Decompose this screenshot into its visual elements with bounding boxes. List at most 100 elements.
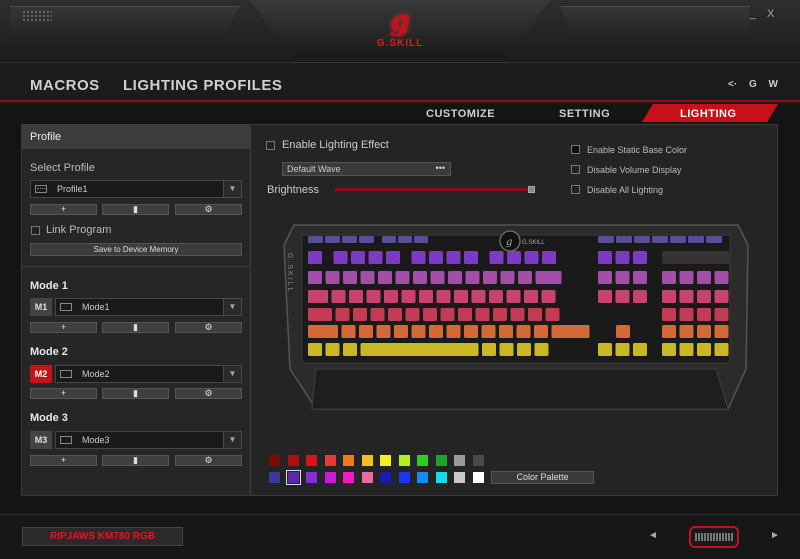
key[interactable] xyxy=(401,290,416,303)
key[interactable] xyxy=(482,343,496,356)
key[interactable] xyxy=(342,236,357,243)
nav-lighting-profiles[interactable]: LIGHTING PROFILES xyxy=(123,77,282,94)
key[interactable] xyxy=(378,271,392,284)
key[interactable] xyxy=(545,308,560,321)
profile-settings-button[interactable]: ⚙ xyxy=(175,204,242,215)
key[interactable] xyxy=(386,251,400,264)
minimize-button[interactable]: _ xyxy=(750,8,756,20)
key[interactable] xyxy=(598,290,612,303)
color-swatch[interactable] xyxy=(324,455,336,466)
tab-setting[interactable]: SETTING xyxy=(559,108,610,120)
mode1-select[interactable]: Mode1 ▼ xyxy=(55,298,242,316)
key[interactable] xyxy=(325,343,340,356)
key[interactable] xyxy=(633,343,647,356)
color-swatch[interactable] xyxy=(417,472,428,483)
key[interactable] xyxy=(471,290,486,303)
key[interactable] xyxy=(662,325,676,338)
color-swatch[interactable] xyxy=(454,455,465,466)
key[interactable] xyxy=(464,325,478,338)
key[interactable] xyxy=(633,251,647,264)
mode2-lock-button[interactable]: ▮ xyxy=(102,388,169,399)
key[interactable] xyxy=(333,251,348,264)
key[interactable] xyxy=(475,308,490,321)
mode3-select[interactable]: Mode3 ▼ xyxy=(55,431,242,449)
key[interactable] xyxy=(395,271,410,284)
key[interactable] xyxy=(662,251,730,264)
key[interactable] xyxy=(411,325,426,338)
key[interactable] xyxy=(615,343,630,356)
key[interactable] xyxy=(516,325,531,338)
mode1-settings-button[interactable]: ⚙ xyxy=(175,322,242,333)
mode2-add-button[interactable]: + xyxy=(30,388,97,399)
key[interactable] xyxy=(697,271,711,284)
key[interactable] xyxy=(535,271,562,284)
next-device-button[interactable]: ► xyxy=(770,530,780,541)
key[interactable] xyxy=(413,271,427,284)
profile-select[interactable]: Profile1 ▼ xyxy=(30,180,242,198)
key[interactable] xyxy=(308,271,322,284)
key[interactable] xyxy=(517,343,531,356)
key[interactable] xyxy=(714,343,729,356)
key[interactable] xyxy=(506,290,521,303)
key[interactable] xyxy=(534,325,548,338)
key[interactable] xyxy=(325,236,340,243)
nav-macros[interactable]: MACROS xyxy=(30,77,100,94)
mode3-badge[interactable]: M3 xyxy=(30,431,52,449)
key[interactable] xyxy=(398,236,412,243)
mode1-lock-button[interactable]: ▮ xyxy=(102,322,169,333)
key[interactable] xyxy=(341,325,356,338)
key[interactable] xyxy=(414,236,428,243)
save-to-device-button[interactable]: Save to Device Memory xyxy=(30,243,242,256)
key[interactable] xyxy=(430,271,445,284)
key[interactable] xyxy=(679,308,694,321)
key[interactable] xyxy=(359,236,374,243)
key[interactable] xyxy=(405,308,420,321)
key[interactable] xyxy=(394,325,408,338)
close-button[interactable]: X xyxy=(767,8,774,20)
key[interactable] xyxy=(507,251,521,264)
color-swatch[interactable] xyxy=(435,455,447,466)
key[interactable] xyxy=(706,236,722,243)
key[interactable] xyxy=(662,290,676,303)
color-swatch[interactable] xyxy=(472,455,484,466)
key[interactable] xyxy=(446,325,461,338)
tab-lighting[interactable]: LIGHTING xyxy=(680,108,737,120)
key[interactable] xyxy=(499,343,514,356)
key[interactable] xyxy=(489,290,503,303)
color-swatch[interactable] xyxy=(398,472,410,483)
key[interactable] xyxy=(419,290,433,303)
key[interactable] xyxy=(633,290,647,303)
key[interactable] xyxy=(633,271,647,284)
key[interactable] xyxy=(598,343,612,356)
key[interactable] xyxy=(524,290,538,303)
color-swatch[interactable] xyxy=(324,472,336,483)
nav-g-button[interactable]: G xyxy=(749,79,757,90)
color-swatch[interactable] xyxy=(269,455,280,466)
key[interactable] xyxy=(388,308,402,321)
color-swatch[interactable] xyxy=(343,472,354,483)
key[interactable] xyxy=(714,325,729,338)
volume-display-checkbox[interactable] xyxy=(571,165,580,174)
color-swatch[interactable] xyxy=(380,455,391,466)
key[interactable] xyxy=(714,290,729,303)
key[interactable] xyxy=(368,251,383,264)
key[interactable] xyxy=(308,290,328,303)
key[interactable] xyxy=(499,325,513,338)
key[interactable] xyxy=(679,325,694,338)
key[interactable] xyxy=(615,290,630,303)
key[interactable] xyxy=(489,251,504,264)
link-program-checkbox[interactable] xyxy=(31,226,40,235)
color-swatch[interactable] xyxy=(306,455,317,466)
key[interactable] xyxy=(331,290,346,303)
key[interactable] xyxy=(448,271,462,284)
key[interactable] xyxy=(542,251,556,264)
color-swatch[interactable] xyxy=(361,455,373,466)
key[interactable] xyxy=(308,251,322,264)
color-swatch[interactable] xyxy=(343,455,354,466)
key[interactable] xyxy=(541,290,556,303)
key[interactable] xyxy=(679,290,694,303)
key[interactable] xyxy=(370,308,385,321)
key[interactable] xyxy=(634,236,650,243)
key[interactable] xyxy=(343,271,357,284)
key[interactable] xyxy=(446,251,461,264)
